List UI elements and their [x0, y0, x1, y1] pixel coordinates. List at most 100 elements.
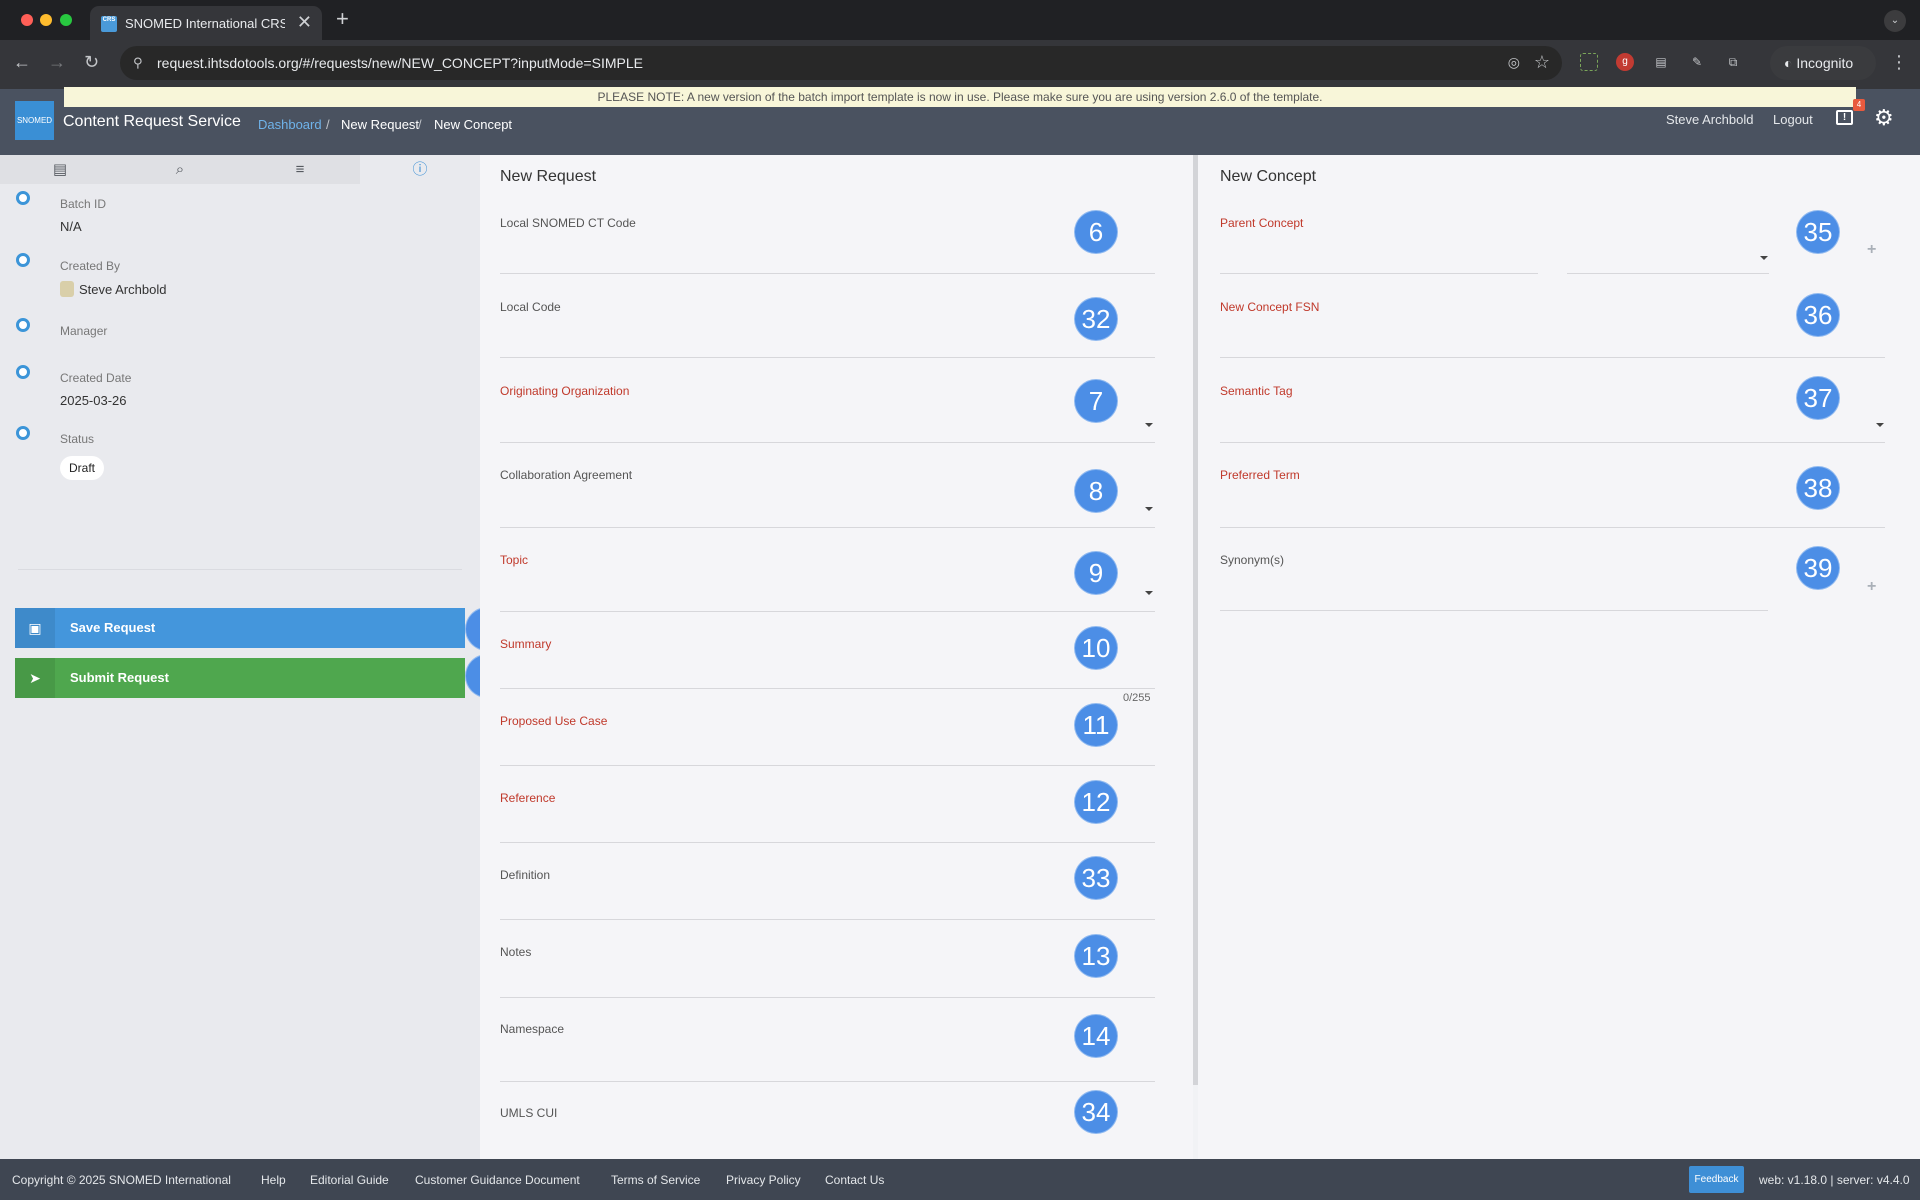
site-settings-icon[interactable]: ⚲ [133, 55, 143, 71]
send-icon: ➤ [15, 658, 55, 698]
originating-organization-select[interactable] [500, 442, 1155, 443]
reference-label: Reference [500, 791, 556, 805]
puzzle-icon[interactable]: ⧉ [1724, 53, 1742, 71]
back-icon[interactable]: ← [13, 52, 31, 72]
notification-count: 4 [1853, 99, 1865, 111]
favicon-icon: CRS [101, 16, 117, 32]
notes-label: Notes [500, 945, 532, 959]
new-concept-fsn-label: New Concept FSN [1220, 300, 1320, 314]
maximize-window-dot[interactable] [60, 14, 72, 26]
breadcrumb-dashboard[interactable]: Dashboard [258, 117, 322, 132]
chevron-down-icon[interactable]: ⌄ [1884, 10, 1906, 32]
definition-input[interactable] [500, 919, 1155, 920]
notes-input[interactable] [500, 997, 1155, 998]
add-parent-concept-icon[interactable]: + [1867, 241, 1876, 259]
add-synonym-icon[interactable]: + [1867, 578, 1876, 596]
logout-link[interactable]: Logout [1773, 112, 1813, 127]
close-tab-icon[interactable]: ✕ [297, 13, 312, 31]
breadcrumb-separator: / [326, 117, 330, 132]
extension-icon[interactable] [1580, 53, 1598, 71]
annotation-badge: 37 [1797, 377, 1839, 419]
submit-request-label: Submit Request [70, 670, 169, 685]
copyright-text: Copyright © 2025 SNOMED International [12, 1173, 231, 1187]
tab-title: SNOMED International CRS (C [125, 16, 285, 31]
notification-icon[interactable]: ! [1836, 110, 1853, 125]
browser-menu-icon[interactable]: ⋮ [1890, 52, 1908, 73]
tab-list-icon[interactable]: ≡ [240, 155, 360, 184]
avatar [60, 281, 74, 297]
batch-id-label: Batch ID [60, 197, 107, 211]
new-concept-fsn-input[interactable] [1220, 357, 1885, 358]
local-code-input[interactable] [500, 357, 1155, 358]
footer-link-customer-guidance[interactable]: Customer Guidance Document [415, 1173, 580, 1187]
chevron-down-icon[interactable] [1145, 591, 1153, 595]
divider [18, 569, 462, 570]
chevron-down-icon[interactable] [1145, 423, 1153, 427]
tab-book-icon[interactable]: ▤ [0, 155, 120, 184]
semantic-tag-select[interactable] [1220, 442, 1885, 443]
timeline-dot [16, 318, 30, 332]
extension-icon[interactable]: g [1616, 53, 1634, 71]
eye-off-icon[interactable]: ◎ [1508, 54, 1520, 71]
url-text[interactable]: request.ihtsdotools.org/#/requests/new/N… [157, 55, 643, 71]
chevron-down-icon[interactable] [1760, 256, 1768, 260]
new-tab-icon[interactable]: + [336, 7, 349, 31]
annotation-badge: 6 [1075, 211, 1117, 253]
local-snomed-ct-code-input[interactable] [500, 273, 1155, 274]
incognito-indicator[interactable]: ◐ Incognito [1770, 46, 1876, 80]
annotation-badge: 32 [1075, 298, 1117, 340]
new-concept-title: New Concept [1220, 168, 1317, 185]
incognito-label: Incognito [1796, 55, 1854, 71]
proposed-use-case-label: Proposed Use Case [500, 714, 608, 728]
footer-link-contact[interactable]: Contact Us [825, 1173, 884, 1187]
annotation-badge: 36 [1797, 294, 1839, 336]
annotation-badge: 12 [1075, 781, 1117, 823]
browser-tab[interactable]: CRS SNOMED International CRS (C ✕ [90, 6, 322, 40]
collaboration-agreement-select[interactable] [500, 527, 1155, 528]
summary-input[interactable] [500, 688, 1155, 689]
address-bar[interactable]: ⚲ request.ihtsdotools.org/#/requests/new… [120, 46, 1562, 80]
parent-concept-label: Parent Concept [1220, 216, 1304, 230]
topic-select[interactable] [500, 611, 1155, 612]
footer-link-help[interactable]: Help [261, 1173, 286, 1187]
footer-link-editorial-guide[interactable]: Editorial Guide [310, 1173, 389, 1187]
submit-request-button[interactable]: ➤ Submit Request [15, 658, 465, 698]
extension-icon[interactable]: ▤ [1652, 53, 1670, 71]
timeline-dot [16, 253, 30, 267]
save-request-button[interactable]: ▣ Save Request [15, 608, 465, 648]
tab-info-icon[interactable]: ⓘ [360, 155, 480, 184]
namespace-label: Namespace [500, 1022, 565, 1036]
close-window-dot[interactable] [21, 14, 33, 26]
manager-label: Manager [60, 324, 108, 338]
synonym-input[interactable] [1220, 610, 1768, 611]
chevron-down-icon[interactable] [1145, 507, 1153, 511]
semantic-tag-label: Semantic Tag [1220, 384, 1293, 398]
snomed-logo[interactable]: SNOMED [15, 101, 54, 140]
reload-icon[interactable]: ↻ [84, 52, 99, 72]
user-name[interactable]: Steve Archbold [1666, 112, 1753, 127]
footer-link-privacy[interactable]: Privacy Policy [726, 1173, 801, 1187]
breadcrumb-new-request[interactable]: New Request [341, 117, 419, 132]
status-label: Status [60, 432, 95, 446]
version-text: web: v1.18.0 | server: v4.4.0 [1759, 1173, 1910, 1187]
gear-icon[interactable]: ⚙ [1874, 105, 1894, 131]
reference-input[interactable] [500, 842, 1155, 843]
forward-icon[interactable]: → [48, 52, 66, 72]
footer-link-terms[interactable]: Terms of Service [611, 1173, 700, 1187]
namespace-input[interactable] [500, 1081, 1155, 1082]
chevron-down-icon[interactable] [1876, 423, 1884, 427]
breadcrumb-separator: / [418, 117, 422, 132]
bookmark-star-icon[interactable]: ☆ [1534, 52, 1550, 73]
preferred-term-input[interactable] [1220, 527, 1885, 528]
parent-concept-relationship-select[interactable] [1567, 273, 1769, 274]
annotation-badge: 7 [1075, 380, 1117, 422]
proposed-use-case-input[interactable] [500, 765, 1155, 766]
timeline-dot [16, 365, 30, 379]
tab-search-icon[interactable]: ⌕ [120, 155, 240, 184]
feedback-button[interactable]: Feedback [1689, 1166, 1744, 1193]
extension-icon[interactable]: ✎ [1688, 53, 1706, 71]
created-date-label: Created Date [60, 371, 132, 385]
minimize-window-dot[interactable] [40, 14, 52, 26]
parent-concept-input[interactable] [1220, 273, 1538, 274]
topic-label: Topic [500, 553, 529, 567]
